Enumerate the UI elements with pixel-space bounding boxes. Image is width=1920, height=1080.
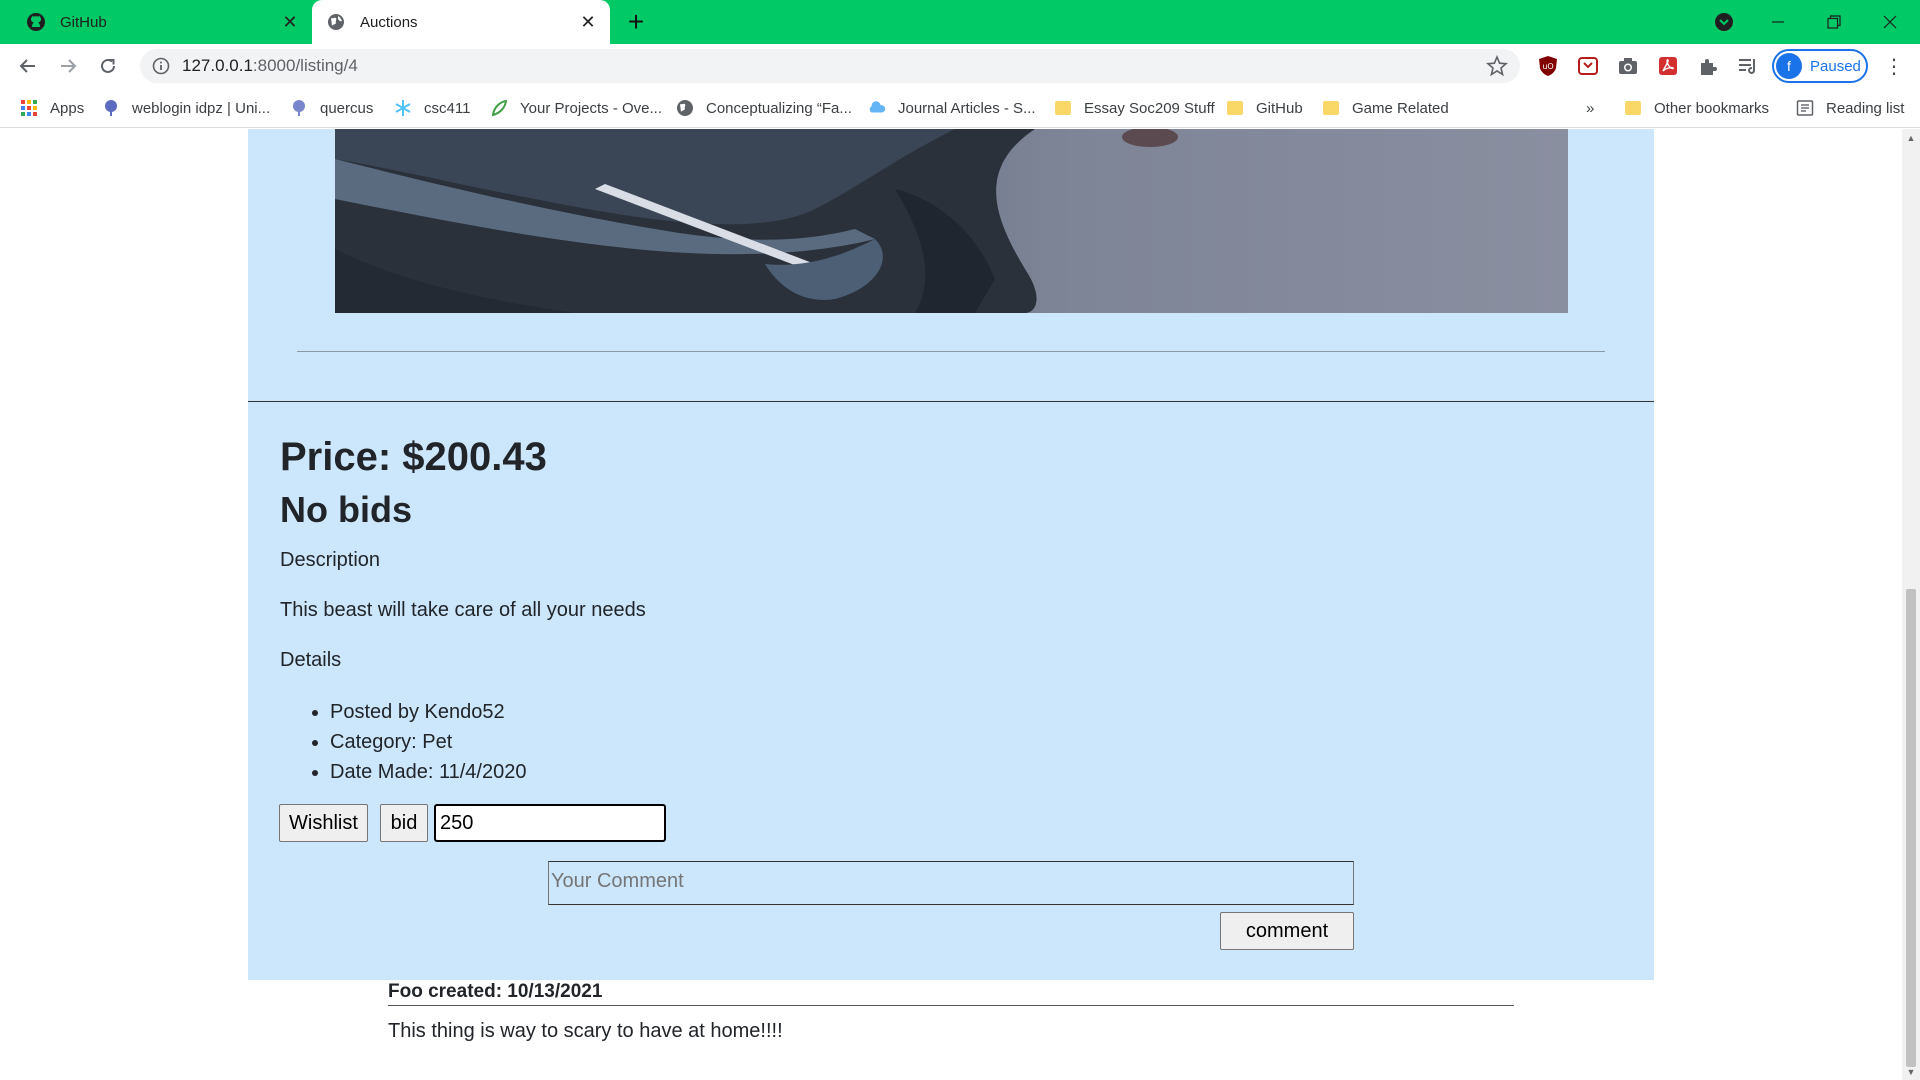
- pocket-icon[interactable]: [1576, 54, 1600, 78]
- snowflake-icon: [394, 99, 412, 117]
- tab-search-icon[interactable]: [1712, 10, 1736, 34]
- bookmarks-overflow-icon[interactable]: »: [1586, 95, 1594, 121]
- reading-list[interactable]: Reading list: [1796, 95, 1904, 121]
- minimize-icon[interactable]: [1750, 0, 1806, 44]
- close-icon[interactable]: ✕: [276, 8, 304, 36]
- restore-icon[interactable]: [1806, 0, 1862, 44]
- bookmark-label: csc411: [424, 99, 471, 117]
- comment-item: Foo created: 10/13/2021 This thing is wa…: [388, 981, 1514, 1043]
- svg-text:uO: uO: [1542, 62, 1553, 71]
- bookmark-quercus[interactable]: quercus: [290, 95, 373, 121]
- detail-date-made: Date Made: 11/4/2020: [330, 757, 526, 787]
- details-heading: Details: [280, 649, 342, 671]
- listing-price: Price: $200.43: [280, 435, 547, 479]
- comment-button[interactable]: comment: [1220, 912, 1354, 950]
- bookmark-apps[interactable]: Apps: [20, 95, 84, 121]
- bookmark-csc411[interactable]: csc411: [394, 95, 470, 121]
- back-icon[interactable]: [14, 52, 42, 80]
- tree-logo-icon: [290, 99, 308, 117]
- avatar: f: [1776, 53, 1802, 79]
- divider: [297, 351, 1605, 352]
- folder-icon: [1226, 99, 1244, 117]
- url-text: 127.0.0.1:8000/listing/4: [182, 56, 358, 76]
- reading-list-icon: [1796, 99, 1814, 117]
- tab-github[interactable]: GitHub ✕: [12, 0, 312, 44]
- window-close-icon[interactable]: [1862, 0, 1918, 44]
- address-bar[interactable]: 127.0.0.1:8000/listing/4: [140, 49, 1520, 83]
- comment-text: This thing is way to scary to have at ho…: [388, 1020, 783, 1042]
- tab-strip: GitHub ✕ Auctions ✕ +: [0, 0, 1920, 44]
- bookmark-github-folder[interactable]: GitHub: [1226, 95, 1303, 121]
- bookmark-other[interactable]: Other bookmarks: [1624, 95, 1769, 121]
- tab-title: GitHub: [60, 13, 107, 31]
- bookmark-label: Conceptualizing “Fa...: [706, 99, 852, 117]
- bookmark-label: GitHub: [1256, 99, 1303, 117]
- bid-amount-input[interactable]: [434, 804, 666, 842]
- comment-header: Foo created: 10/13/2021: [388, 981, 1514, 1006]
- close-icon[interactable]: ✕: [574, 8, 602, 36]
- scroll-down-icon[interactable]: ▼: [1906, 1067, 1916, 1077]
- detail-category: Category: Pet: [330, 727, 526, 757]
- bookmark-star-icon[interactable]: [1486, 54, 1508, 77]
- bookmark-label: Essay Soc209 Stuff: [1084, 99, 1215, 117]
- ublock-icon[interactable]: uO: [1536, 54, 1560, 78]
- bookmark-label: quercus: [320, 99, 374, 117]
- camera-icon[interactable]: [1616, 54, 1640, 78]
- new-tab-icon[interactable]: +: [622, 8, 650, 36]
- folder-icon: [1624, 99, 1642, 117]
- bookmark-label: Apps: [50, 99, 85, 117]
- cloud-icon: [868, 99, 886, 117]
- folder-icon: [1322, 99, 1340, 117]
- pdf-icon[interactable]: [1656, 54, 1680, 78]
- bookmark-label: Your Projects - Ove...: [520, 99, 663, 117]
- divider: [248, 401, 1654, 402]
- reload-icon[interactable]: [94, 52, 122, 80]
- github-icon: [26, 12, 46, 32]
- tab-title: Auctions: [360, 13, 418, 31]
- scroll-up-icon[interactable]: ▲: [1906, 133, 1916, 143]
- tab-auctions[interactable]: Auctions ✕: [312, 0, 610, 44]
- listing-image: [335, 129, 1568, 313]
- bookmark-conceptualizing[interactable]: Conceptualizing “Fa...: [676, 95, 852, 121]
- description-heading: Description: [280, 549, 381, 571]
- bookmark-essay-soc209[interactable]: Essay Soc209 Stuff: [1054, 95, 1215, 121]
- tree-logo-icon: [102, 99, 120, 117]
- url-path: :8000/listing/4: [252, 56, 358, 75]
- site-info-icon[interactable]: [150, 55, 172, 77]
- description-text: This beast will take care of all your ne…: [280, 599, 646, 621]
- details-list: Posted by Kendo52 Category: Pet Date Mad…: [330, 697, 526, 787]
- globe-icon: [676, 99, 694, 117]
- folder-icon: [1054, 99, 1072, 117]
- bookmark-label: weblogin idpz | Uni...: [132, 99, 271, 117]
- leaf-icon: [490, 99, 508, 117]
- forward-icon[interactable]: [54, 52, 82, 80]
- bookmark-game-related[interactable]: Game Related: [1322, 95, 1449, 121]
- globe-icon: [326, 12, 346, 32]
- detail-posted-by: Posted by Kendo52: [330, 697, 526, 727]
- toolbar: 127.0.0.1:8000/listing/4 uO f Paused ⋮: [0, 44, 1920, 88]
- page-viewport: Price: $200.43 No bids Description This …: [0, 129, 1902, 1080]
- bookmark-label: Reading list: [1826, 99, 1905, 117]
- bookmark-label: Journal Articles - S...: [898, 99, 1036, 117]
- comment-input[interactable]: [548, 861, 1354, 905]
- vertical-scrollbar[interactable]: ▲ ▼: [1902, 129, 1920, 1080]
- bookmark-your-projects[interactable]: Your Projects - Ove...: [490, 95, 662, 121]
- wishlist-button[interactable]: Wishlist: [279, 804, 368, 842]
- bid-status: No bids: [280, 489, 412, 530]
- extensions-puzzle-icon[interactable]: [1696, 54, 1720, 78]
- profile-button[interactable]: f Paused: [1772, 49, 1868, 83]
- bookmark-journal-articles[interactable]: Journal Articles - S...: [868, 95, 1036, 121]
- url-host: 127.0.0.1: [182, 56, 253, 75]
- media-queue-icon[interactable]: [1736, 54, 1760, 78]
- apps-grid-icon: [20, 99, 38, 117]
- scroll-thumb[interactable]: [1906, 589, 1916, 1067]
- bookmark-label: Other bookmarks: [1654, 99, 1770, 117]
- listing-card: Price: $200.43 No bids Description This …: [248, 129, 1654, 980]
- bid-button[interactable]: bid: [380, 804, 428, 842]
- profile-status: Paused: [1810, 57, 1861, 75]
- bookmark-weblogin[interactable]: weblogin idpz | Uni...: [102, 95, 270, 121]
- bookmarks-bar: Apps weblogin idpz | Uni... quercus csc4…: [0, 88, 1920, 128]
- bookmark-label: Game Related: [1352, 99, 1449, 117]
- more-menu-icon[interactable]: ⋮: [1882, 54, 1906, 78]
